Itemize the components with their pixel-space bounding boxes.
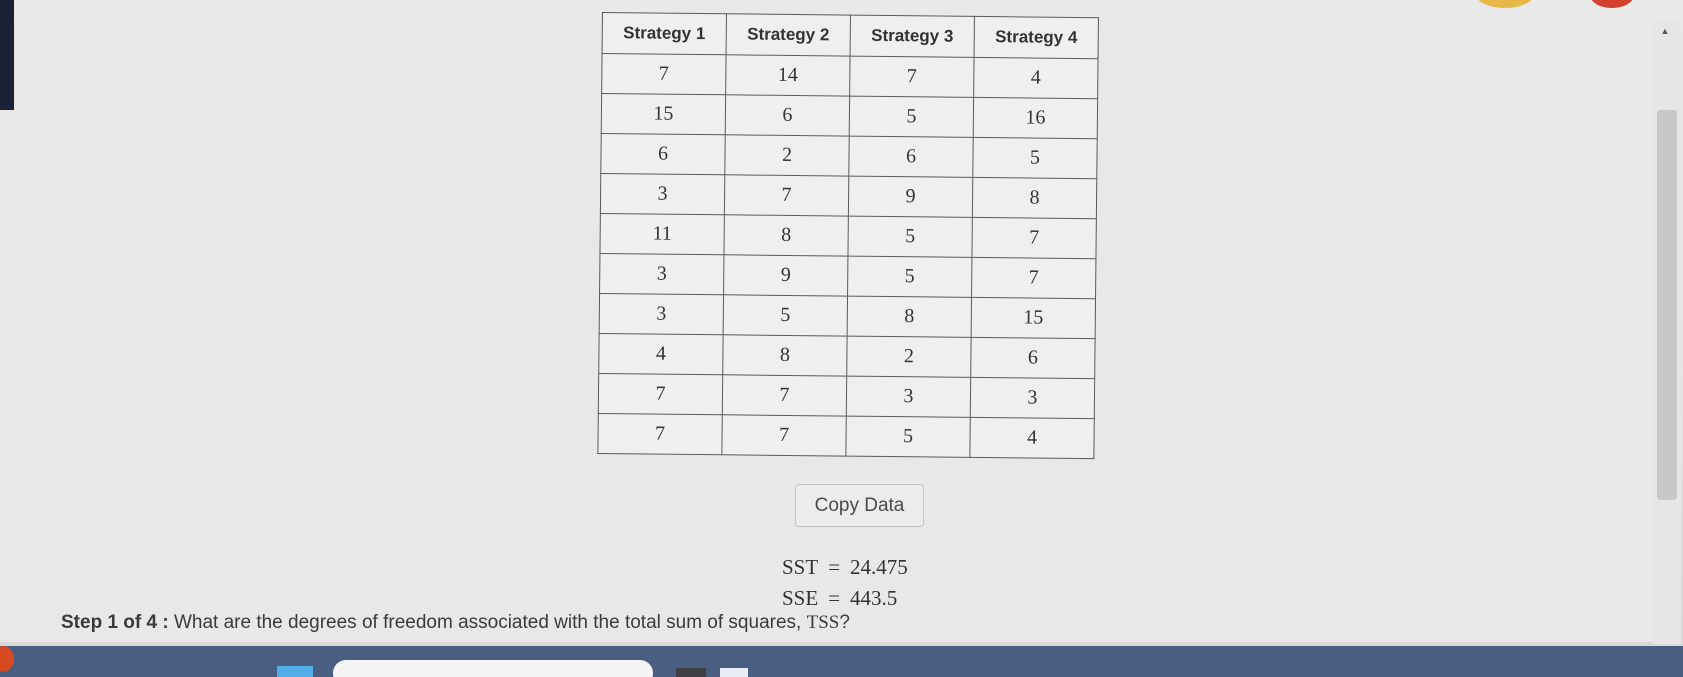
- table-row: 11 8 5 7: [599, 213, 1097, 259]
- data-table: Strategy 1 Strategy 2 Strategy 3 Strateg…: [597, 12, 1099, 460]
- table-header-row: Strategy 1 Strategy 2 Strategy 3 Strateg…: [602, 12, 1099, 59]
- taskbar-app-icon[interactable]: [720, 668, 748, 677]
- table-cell: 7: [722, 374, 847, 417]
- table-cell: 3: [846, 376, 971, 418]
- column-header: Strategy 3: [850, 15, 975, 58]
- browser-extension-icon[interactable]: [1475, 0, 1535, 8]
- table-row: 15 6 5 16: [601, 93, 1098, 139]
- table-cell: 4: [598, 333, 724, 375]
- table-cell: 7: [849, 56, 975, 98]
- table-cell: 5: [845, 416, 971, 458]
- screen: ▲ Strategy 1 Strategy 2 Strategy 3 Strat…: [0, 0, 1683, 677]
- column-header: Strategy 2: [726, 13, 851, 57]
- table-cell: 3: [970, 377, 1095, 419]
- table-cell: 5: [723, 294, 848, 337]
- equals-sign: =: [828, 555, 841, 579]
- table-cell: 14: [725, 54, 851, 97]
- table-cell: 15: [971, 297, 1096, 339]
- table-cell: 3: [600, 173, 725, 215]
- table-cell: 4: [973, 57, 1099, 99]
- table-cell: 16: [973, 97, 1098, 139]
- table-cell: 6: [725, 94, 850, 137]
- table-row: 4826: [598, 333, 1096, 379]
- sst-value: 24.475: [850, 555, 908, 579]
- table-cell: 11: [599, 213, 725, 255]
- table-row: 7754: [597, 413, 1095, 459]
- table-cell: 6: [848, 136, 974, 178]
- column-header: Strategy 1: [602, 12, 727, 55]
- table-row: 7733: [598, 373, 1095, 419]
- sse-value: 443.5: [850, 586, 898, 610]
- question-body: What are the degrees of freedom associat…: [173, 612, 802, 633]
- table-cell: 15: [601, 93, 726, 135]
- table-cell: 5: [849, 96, 974, 138]
- scrollbar-thumb[interactable]: [1657, 110, 1677, 500]
- table-cell: 9: [848, 176, 973, 218]
- table-row: 6265: [600, 133, 1098, 179]
- table-cell: 8: [723, 214, 849, 257]
- table-cell: 7: [598, 373, 723, 415]
- table-cell: 7: [597, 413, 723, 455]
- table-cell: 5: [847, 216, 973, 258]
- column-header: Strategy 4: [974, 16, 1099, 59]
- windows-start-icon[interactable]: [277, 666, 313, 677]
- taskbar-app-icon[interactable]: [0, 646, 14, 672]
- screen-bezel: [0, 0, 14, 110]
- table-cell: 2: [724, 134, 850, 177]
- taskbar: [0, 646, 1683, 677]
- table-cell: 6: [600, 133, 726, 175]
- step-label: Step 1 of 4 :: [61, 612, 169, 633]
- browser-profile-icon[interactable]: [1590, 0, 1634, 8]
- table-cell: 6: [970, 337, 1096, 379]
- table-cell: 4: [969, 417, 1095, 459]
- table-cell: 5: [847, 256, 972, 298]
- table-cell: 7: [971, 217, 1097, 259]
- scroll-up-arrow-icon[interactable]: ▲: [1657, 25, 1673, 37]
- table-body: 7 14 7 4 15 6 5 16 6 2 6 5 3 7 9 8 11 8 5 7 3 9 5 7 3 5 8 15 4 8 2 6 7 7 3…: [597, 53, 1099, 459]
- tss-symbol: TSS: [806, 612, 840, 633]
- question-text: Step 1 of 4 : What are the degrees of fr…: [61, 612, 850, 634]
- sst-label: SST: [782, 555, 819, 579]
- table-row: 3 5 8 15: [599, 293, 1096, 339]
- sse-equation: SSE = 443.5: [782, 586, 897, 611]
- table-cell: 3: [599, 253, 724, 295]
- table-row: 7 14 7 4: [601, 53, 1099, 99]
- sst-equation: SST = 24.475: [782, 555, 908, 580]
- table-cell: 9: [723, 254, 848, 297]
- copy-data-button[interactable]: Copy Data: [795, 484, 924, 527]
- sse-label: SSE: [782, 586, 819, 610]
- question-mark: ?: [839, 612, 850, 633]
- table-cell: 8: [847, 296, 972, 338]
- table-cell: 3: [599, 293, 724, 335]
- table-row: 3798: [600, 173, 1097, 219]
- table-cell: 8: [972, 177, 1097, 219]
- table-cell: 8: [722, 334, 848, 377]
- equals-sign: =: [828, 586, 841, 610]
- table-cell: 7: [601, 53, 727, 95]
- table-cell: 5: [972, 137, 1098, 179]
- table-cell: 7: [724, 174, 849, 217]
- task-view-icon[interactable]: [676, 668, 706, 677]
- table-cell: 2: [846, 336, 972, 378]
- table-row: 3957: [599, 253, 1096, 299]
- table-cell: 7: [971, 257, 1096, 299]
- taskbar-search-box[interactable]: [333, 660, 653, 677]
- table-cell: 7: [721, 414, 847, 457]
